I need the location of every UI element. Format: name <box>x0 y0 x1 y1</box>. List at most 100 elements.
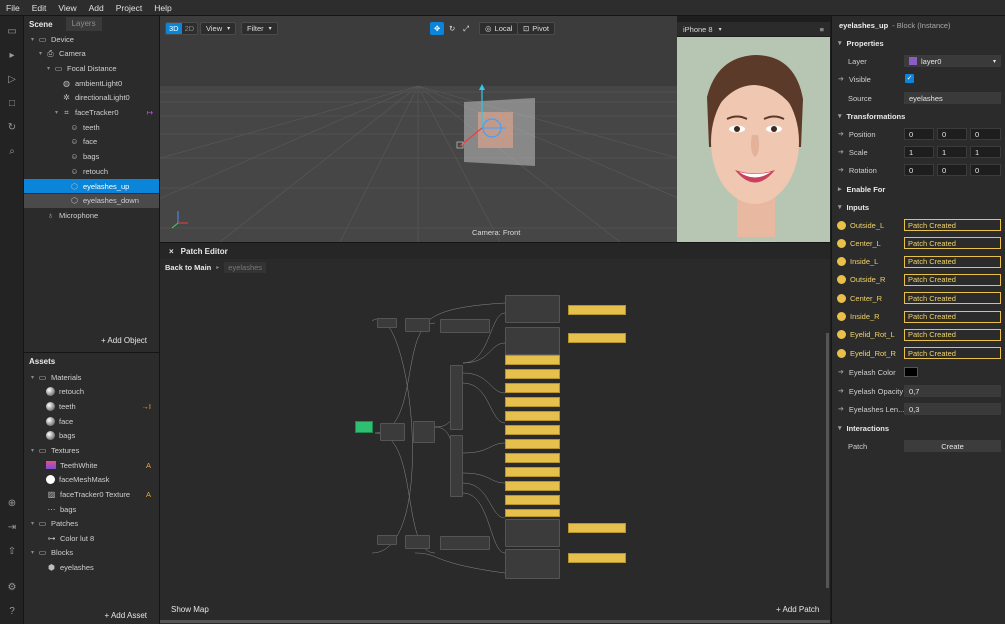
scene-item-camera[interactable]: ▾ ⎙ Camera <box>24 47 159 61</box>
back-to-main-link[interactable]: Back to Main <box>165 263 211 272</box>
rotate-tool-icon[interactable]: ↻ <box>446 22 458 35</box>
asset-group-patches[interactable]: ▾ ▭ Patches <box>24 516 159 530</box>
patch-created-field[interactable]: Patch Created <box>904 255 1001 268</box>
position-z[interactable]: 0 <box>970 128 1001 140</box>
settings-icon[interactable]: ⚙ <box>6 582 18 594</box>
filter-dropdown[interactable]: Filter ▾ <box>241 22 278 35</box>
patch-created-field[interactable]: Patch Created <box>904 273 1001 286</box>
yellow-patch-node[interactable] <box>505 495 560 505</box>
asset-teethwhite[interactable]: TeethWhite A <box>24 458 159 472</box>
yellow-patch-node[interactable] <box>505 355 560 365</box>
menu-edit[interactable]: Edit <box>26 3 53 13</box>
scene-item-ambientlight0[interactable]: ◍ ambientLight0 <box>24 76 159 90</box>
yellow-patch-node[interactable] <box>505 397 560 407</box>
scene-item-eyelashes-up[interactable]: ⬡ eyelashes_up <box>24 179 159 193</box>
patch-connected-icon[interactable] <box>837 348 846 358</box>
import-icon[interactable]: ⊕ <box>6 498 18 510</box>
patch-scrollbar[interactable] <box>826 333 829 588</box>
video-icon[interactable]: ▸ <box>6 50 18 62</box>
scene-item-bags[interactable]: ☺ bags <box>24 150 159 164</box>
play-icon[interactable]: ▷ <box>6 74 18 86</box>
move-tool-button[interactable]: ✥ <box>430 22 445 35</box>
chevron-down-icon[interactable]: ▾ <box>36 50 45 57</box>
asset-face[interactable]: face <box>24 414 159 428</box>
asset-teeth[interactable]: teeth →I <box>24 399 159 413</box>
yellow-output-node[interactable] <box>568 305 626 315</box>
patch-h-scrollbar[interactable] <box>160 620 830 623</box>
patch-created-field[interactable]: Patch Created <box>904 237 1001 250</box>
chevron-down-icon[interactable]: ▾ <box>52 109 61 116</box>
scene-item-microphone[interactable]: ♁ Microphone <box>24 208 159 222</box>
menu-icon[interactable]: ≡ <box>820 25 824 34</box>
properties-section[interactable]: ▾ Properties <box>832 35 1005 51</box>
scene-item-retouch[interactable]: ☺ retouch <box>24 164 159 178</box>
pivot-button[interactable]: ⊡ Pivot <box>517 22 555 35</box>
rotation-x[interactable]: 0 <box>904 164 934 176</box>
create-patch-button[interactable]: Create <box>904 440 1001 452</box>
patch-node[interactable] <box>505 327 560 355</box>
patch-node[interactable] <box>377 318 397 328</box>
source-field[interactable]: eyelashes <box>904 92 1001 104</box>
position-x[interactable]: 0 <box>904 128 934 140</box>
inputs-section[interactable]: ▾ Inputs <box>832 199 1005 215</box>
yellow-patch-node[interactable] <box>505 425 560 435</box>
patch-created-field[interactable]: Patch Created <box>904 219 1001 231</box>
patch-node[interactable] <box>405 535 430 549</box>
asset-retouch[interactable]: retouch <box>24 384 159 398</box>
search-icon[interactable]: ⌕ <box>6 146 18 158</box>
transformations-section[interactable]: ▾ Transformations <box>832 108 1005 124</box>
visible-checkbox[interactable]: ✓ <box>905 74 914 83</box>
add-patch-button[interactable]: + Add Patch <box>776 605 819 614</box>
patch-connected-icon[interactable] <box>837 293 846 303</box>
viewport[interactable]: 3D 2D View ▾ Filter ▾ ✥ ↻ ⤢ ◎ Local ⊡ Pivot … <box>160 16 677 242</box>
asset-bags-texture[interactable]: ⋯ bags <box>24 502 159 516</box>
yellow-patch-node[interactable] <box>505 481 560 491</box>
patch-node[interactable] <box>405 318 430 332</box>
patch-connected-icon[interactable] <box>837 257 846 267</box>
close-icon[interactable]: × <box>169 247 174 256</box>
yellow-patch-node[interactable] <box>505 509 560 517</box>
send-to-device-icon[interactable]: ⇥ <box>6 522 18 534</box>
asset-facetracker-texture[interactable]: ▨ faceTracker0 Texture A <box>24 487 159 501</box>
menu-view[interactable]: View <box>52 3 82 13</box>
chevron-down-icon[interactable]: ▾ <box>44 65 53 72</box>
patch-node[interactable] <box>450 435 463 497</box>
position-y[interactable]: 0 <box>937 128 967 140</box>
scene-item-focal-distance[interactable]: ▾ ▭ Focal Distance <box>24 61 159 75</box>
chevron-down-icon[interactable]: ▾ <box>28 36 37 43</box>
patch-connected-icon[interactable] <box>837 220 846 230</box>
show-map-button[interactable]: Show Map <box>171 605 209 614</box>
scale-z[interactable]: 1 <box>970 146 1001 158</box>
yellow-patch-node[interactable] <box>505 369 560 379</box>
yellow-patch-node[interactable] <box>505 453 560 463</box>
menu-project[interactable]: Project <box>110 3 148 13</box>
asset-color-lut[interactable]: ⊶ Color lut 8 <box>24 531 159 545</box>
scene-item-device[interactable]: ▾ ▭ Device <box>24 32 159 46</box>
upload-icon[interactable]: ⇧ <box>6 546 18 558</box>
asset-group-blocks[interactable]: ▾ ▭ Blocks <box>24 545 159 559</box>
patch-created-field[interactable]: Patch Created <box>904 310 1001 323</box>
add-asset-button[interactable]: + Add Asset <box>105 611 147 620</box>
local-button[interactable]: ◎ Local <box>479 22 519 35</box>
scale-x[interactable]: 1 <box>904 146 934 158</box>
patch-node[interactable] <box>380 423 405 441</box>
scale-tool-icon[interactable]: ⤢ <box>460 22 472 35</box>
scene-item-face[interactable]: ☺ face <box>24 135 159 149</box>
2d-button[interactable]: 2D <box>182 24 198 33</box>
scale-y[interactable]: 1 <box>937 146 967 158</box>
patch-connected-icon[interactable] <box>837 238 846 248</box>
scene-item-directionallight0[interactable]: ✲ directionalLight0 <box>24 91 159 105</box>
patch-connected-icon[interactable] <box>837 275 846 285</box>
asset-group-materials[interactable]: ▾ ▭ Materials <box>24 370 159 384</box>
yellow-patch-node[interactable] <box>505 411 560 421</box>
patch-connected-icon[interactable] <box>837 330 846 340</box>
layers-tab[interactable]: Layers <box>65 17 102 31</box>
asset-bags[interactable]: bags <box>24 428 159 442</box>
add-object-button[interactable]: + Add Object <box>101 336 147 345</box>
patch-created-field[interactable]: Patch Created <box>904 292 1001 305</box>
patch-node[interactable] <box>505 295 560 323</box>
rotation-y[interactable]: 0 <box>937 164 967 176</box>
scene-item-teeth[interactable]: ☺ teeth <box>24 120 159 134</box>
asset-group-textures[interactable]: ▾ ▭ Textures <box>24 443 159 457</box>
yellow-patch-node[interactable] <box>505 467 560 477</box>
